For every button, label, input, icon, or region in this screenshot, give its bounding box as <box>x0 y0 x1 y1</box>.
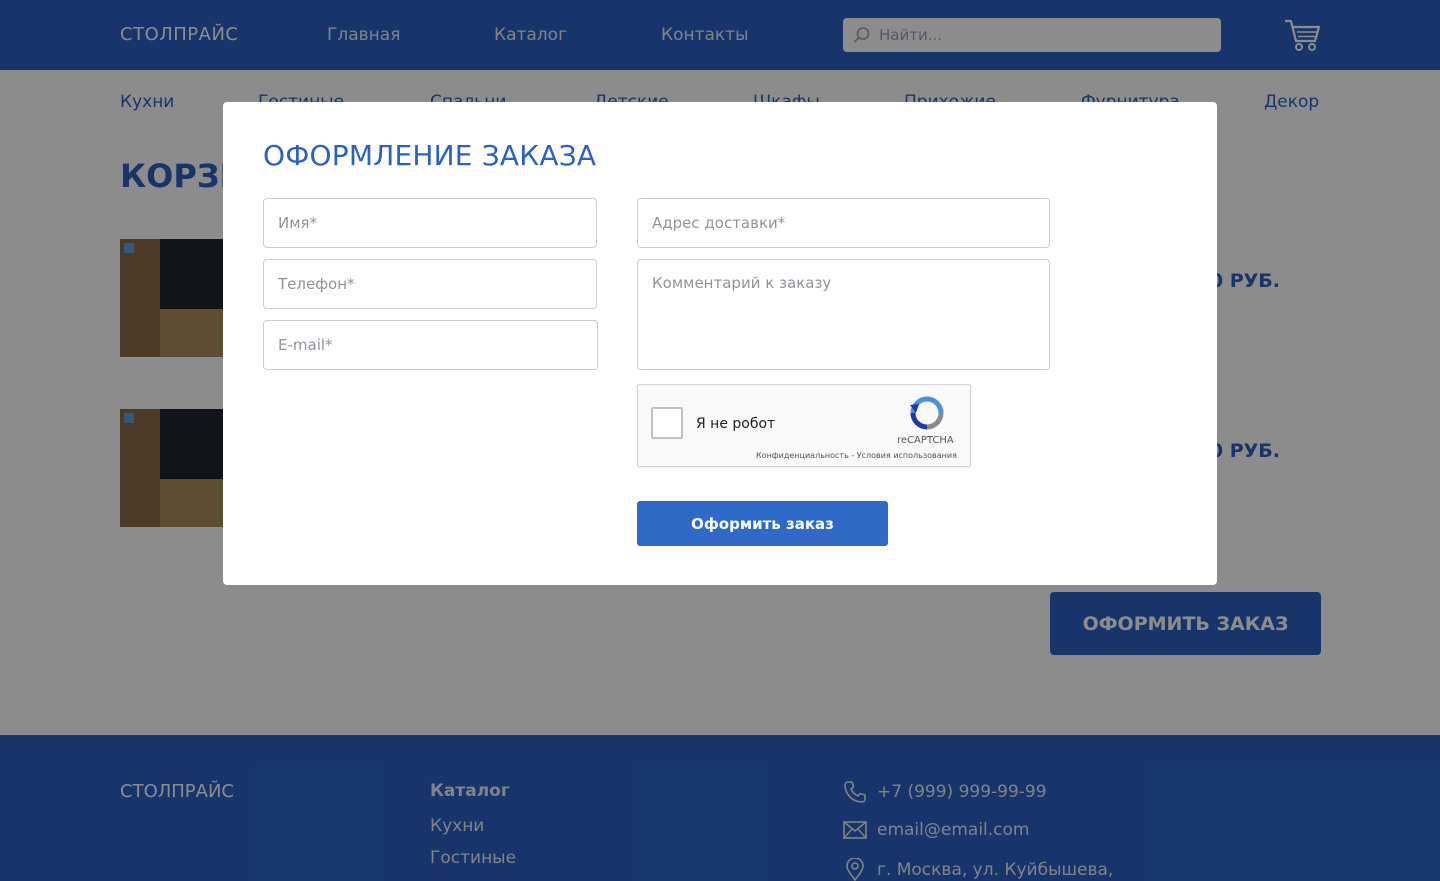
email-input[interactable] <box>264 321 597 369</box>
phone-input[interactable] <box>264 260 596 308</box>
recaptcha-checkbox[interactable] <box>651 407 683 439</box>
comment-field <box>637 259 1050 370</box>
address-field <box>637 198 1050 248</box>
recaptcha-terms[interactable]: Конфиденциальность - Условия использован… <box>756 451 957 460</box>
recaptcha-label: Я не робот <box>696 416 776 432</box>
name-field <box>263 198 597 248</box>
order-modal: ОФОРМЛЕНИЕ ЗАКАЗА Я не робот reCAPTCHA К… <box>223 102 1217 585</box>
recaptcha-widget: Я не робот reCAPTCHA Конфиденциальность … <box>637 384 971 467</box>
recaptcha-brand: reCAPTCHA <box>897 435 954 446</box>
phone-field <box>263 259 597 309</box>
name-input[interactable] <box>264 199 596 247</box>
comment-textarea[interactable] <box>638 260 1049 369</box>
recaptcha-logo-icon <box>910 396 944 430</box>
modal-title: ОФОРМЛЕНИЕ ЗАКАЗА <box>263 139 597 172</box>
address-input[interactable] <box>638 199 1049 247</box>
email-field <box>263 320 598 370</box>
submit-order-button[interactable]: Оформить заказ <box>637 501 888 546</box>
